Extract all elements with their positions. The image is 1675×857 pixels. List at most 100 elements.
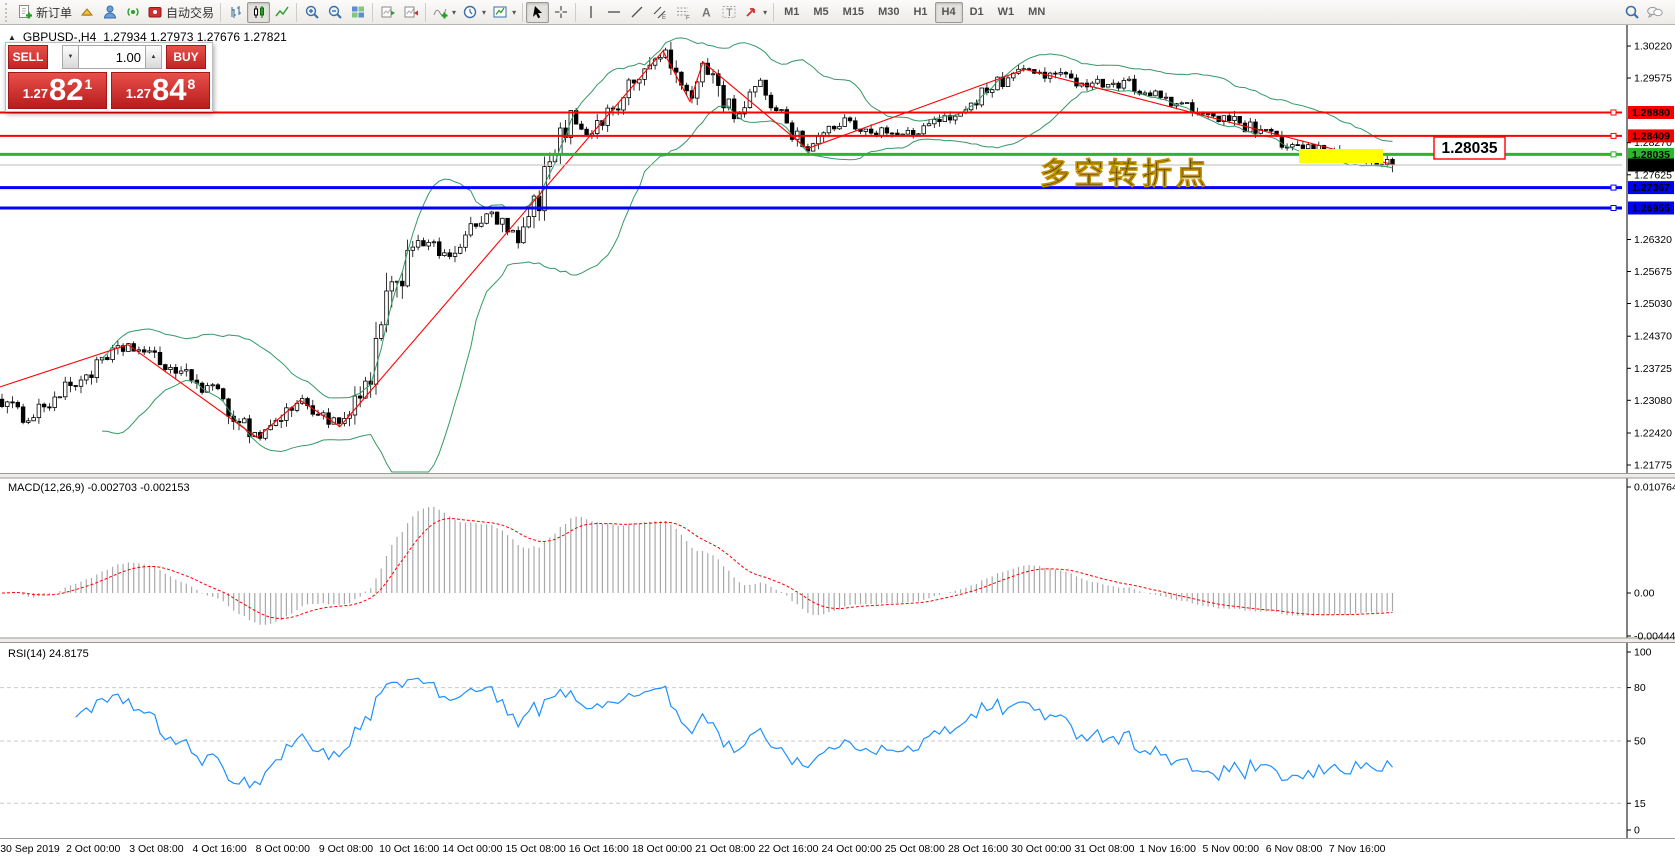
chart-shift-button[interactable]: [376, 2, 399, 23]
new-order-button[interactable]: 新订单: [14, 2, 75, 23]
profiles-button[interactable]: [98, 2, 121, 23]
template-icon: [493, 6, 507, 18]
turning-point-annotation[interactable]: 多空转折点: [1040, 158, 1210, 192]
hline-handle[interactable]: [1610, 151, 1617, 158]
svg-text:31 Oct 08:00: 31 Oct 08:00: [1074, 843, 1134, 855]
timeframe-button-MN[interactable]: MN: [1021, 2, 1052, 23]
tile-windows-icon: [351, 6, 364, 18]
timeframe-button-H4[interactable]: H4: [934, 1, 963, 23]
buy-price-prefix: 1.27: [125, 86, 152, 101]
templates-button[interactable]: ▾: [489, 2, 519, 23]
cursor-button[interactable]: [526, 1, 550, 23]
timeframe-button-D1[interactable]: D1: [963, 2, 991, 23]
auto-scroll-button[interactable]: [399, 2, 422, 23]
trendline-button[interactable]: [625, 2, 648, 23]
sell-price-pip: 1: [84, 76, 93, 92]
toolbar-separator: [575, 2, 577, 22]
tile-windows-button[interactable]: [346, 2, 369, 23]
timeframe-button-M30[interactable]: M30: [871, 2, 906, 23]
hline-handle[interactable]: [1610, 205, 1617, 211]
buy-price-button[interactable]: 1.27 84 8: [111, 72, 210, 109]
buy-price-main: 84: [152, 72, 187, 108]
sell-button[interactable]: SELL: [8, 45, 48, 69]
timeframe-button-M15[interactable]: M15: [836, 2, 871, 23]
timeframe-button-W1[interactable]: W1: [991, 2, 1022, 23]
zoom-in-button[interactable]: [300, 2, 323, 23]
hline-handle[interactable]: [1610, 132, 1617, 139]
svg-text:0: 0: [1634, 825, 1640, 837]
horizontal-line-icon: [607, 11, 620, 13]
svg-text:16 Oct 16:00: 16 Oct 16:00: [569, 843, 629, 855]
toolbar-separator: [522, 2, 524, 22]
chart-window: 1.30220 1.29575 1.28270 1.27625 1.26320 1.256…: [0, 25, 1675, 857]
crosshair-icon: [554, 6, 567, 18]
mt4-window: 新订单 自动交易 ▾ ▾ ▾ E F A T ▾ M1 M5 M15 M30 H…: [0, 0, 1675, 857]
hline-handle[interactable]: [1610, 184, 1617, 191]
svg-text:21 Oct 08:00: 21 Oct 08:00: [695, 843, 755, 855]
text-button[interactable]: A: [694, 2, 717, 23]
autotrade-label: 自动交易: [166, 5, 215, 20]
svg-text:9 Oct 08:00: 9 Oct 08:00: [319, 843, 373, 855]
svg-text:F: F: [686, 16, 690, 21]
hline-handle[interactable]: [1610, 109, 1617, 116]
svg-text:1.25030: 1.25030: [1634, 298, 1672, 310]
timeframe-button-H1[interactable]: H1: [906, 2, 934, 23]
svg-text:10 Oct 16:00: 10 Oct 16:00: [379, 843, 439, 855]
timeframe-group: M1 M5 M15 M30 H1 H4 D1 W1 MN: [777, 1, 1052, 23]
chat-button[interactable]: [1643, 2, 1667, 23]
volume-up-button[interactable]: ▲: [145, 45, 162, 69]
svg-text:1.26955: 1.26955: [1632, 203, 1670, 215]
chart-shift-icon: [381, 6, 395, 18]
buy-price-pip: 8: [187, 76, 196, 92]
candlestick-icon: [253, 6, 264, 18]
svg-text:80: 80: [1634, 682, 1646, 694]
gold-icon: [80, 8, 93, 16]
svg-text:1.28035: 1.28035: [1441, 140, 1497, 157]
horizontal-line-button[interactable]: [602, 2, 625, 23]
market-watch-button[interactable]: [75, 2, 98, 23]
one-click-trading-panel: SELL ▼ ▲ BUY 1.27 82 1 1.27 84 8: [5, 42, 213, 112]
equidistant-channel-button[interactable]: E: [648, 2, 671, 23]
profile-icon: [103, 5, 116, 19]
svg-text:1 Nov 16:00: 1 Nov 16:00: [1139, 843, 1196, 855]
vertical-line-button[interactable]: [579, 2, 602, 23]
svg-text:1.27821: 1.27821: [1632, 160, 1670, 172]
volume-input[interactable]: [79, 45, 145, 69]
chat-icon: [1647, 6, 1663, 19]
arrows-button[interactable]: ▾: [740, 2, 770, 23]
auto-scroll-icon: [404, 6, 418, 18]
candlestick-chart-button[interactable]: [247, 1, 271, 23]
timeframe-button-M1[interactable]: M1: [777, 2, 806, 23]
indicators-button[interactable]: ▾: [429, 2, 459, 23]
svg-text:6 Nov 08:00: 6 Nov 08:00: [1266, 843, 1323, 855]
zoom-out-button[interactable]: [323, 2, 346, 23]
svg-text:18 Oct 00:00: 18 Oct 00:00: [632, 843, 692, 855]
sell-price-button[interactable]: 1.27 82 1: [8, 72, 107, 109]
highlight-rectangle[interactable]: [1299, 149, 1383, 163]
svg-text:1.21775: 1.21775: [1634, 460, 1672, 472]
crosshair-button[interactable]: [549, 2, 572, 23]
search-button[interactable]: [1620, 2, 1643, 23]
text-label-button[interactable]: T: [717, 2, 740, 23]
channel-icon: E: [653, 6, 666, 20]
signals-button[interactable]: [121, 2, 144, 23]
svg-text:1.29575: 1.29575: [1634, 73, 1672, 85]
svg-text:15 Oct 08:00: 15 Oct 08:00: [506, 843, 566, 855]
collapse-panel-icon[interactable]: ▲: [8, 33, 16, 42]
zoom-out-icon: [328, 5, 342, 19]
sell-price-main: 82: [49, 72, 84, 108]
svg-text:30 Sep 2019: 30 Sep 2019: [0, 843, 60, 855]
bar-chart-button[interactable]: [224, 2, 247, 23]
chart-canvas[interactable]: 1.302201.295751.282701.276251.263201.256…: [0, 25, 1675, 857]
autotrading-button[interactable]: 自动交易: [144, 2, 217, 23]
svg-text:25 Oct 08:00: 25 Oct 08:00: [885, 843, 945, 855]
chart-background: [0, 25, 1675, 857]
buy-button[interactable]: BUY: [166, 45, 206, 69]
volume-down-button[interactable]: ▼: [62, 45, 79, 69]
line-chart-button[interactable]: [270, 2, 293, 23]
svg-text:30 Oct 00:00: 30 Oct 00:00: [1011, 843, 1071, 855]
periods-button[interactable]: ▾: [459, 2, 489, 23]
svg-text:8 Oct 00:00: 8 Oct 00:00: [256, 843, 310, 855]
fibonacci-button[interactable]: F: [671, 2, 694, 23]
timeframe-button-M5[interactable]: M5: [806, 2, 835, 23]
